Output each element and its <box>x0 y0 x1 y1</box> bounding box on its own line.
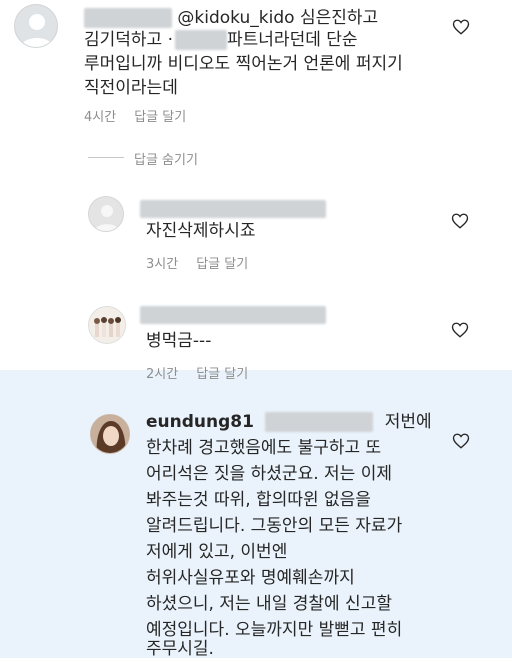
comment-line: 하셨으니, 저는 내일 경찰에 신고할 <box>146 594 392 614</box>
blurred-username <box>140 304 326 324</box>
timestamp: 3시간 <box>146 257 179 272</box>
reply-button[interactable]: 답글 달기 <box>196 367 248 382</box>
profile-photo-icon <box>91 415 129 453</box>
comment-meta: 4시간 답글 달기 <box>84 106 204 125</box>
avatar[interactable] <box>14 4 58 48</box>
comment-line: 알려드립니다. 그동안의 모든 자료가 <box>146 516 403 536</box>
comment-text: 자진삭제하시죠 <box>146 221 256 241</box>
default-avatar-icon <box>21 14 53 47</box>
avatar[interactable] <box>90 414 130 454</box>
username-mention[interactable]: @kidoku_kido <box>177 8 294 28</box>
blurred-text <box>265 412 374 432</box>
hide-replies-button[interactable]: 답글 숨기기 <box>134 149 198 168</box>
comment-meta: 2시간 답글 달기 <box>146 363 266 382</box>
username[interactable]: eundung81 <box>146 412 254 432</box>
avatar[interactable] <box>88 306 126 344</box>
group-photo-icon <box>89 307 125 343</box>
comment-line: 김기덕하고 · 파트너라던데 단순 <box>84 30 358 50</box>
default-avatar-icon <box>94 205 120 231</box>
comment-line: 한차례 경고했음에도 불구하고 또 <box>146 438 382 458</box>
avatar[interactable] <box>88 196 124 232</box>
heart-outline-icon[interactable] <box>451 212 469 230</box>
comment-line: eundung81 저번에 <box>146 412 432 432</box>
comment-line: 봐주는것 따위, 합의따윈 없음을 <box>146 490 371 510</box>
heart-outline-icon[interactable] <box>452 18 470 36</box>
comment-line: 직전이라는데 <box>84 78 178 98</box>
comment-line: 루머입니까 비디오도 찍어논거 언론에 퍼지기 <box>84 54 403 74</box>
reply-button[interactable]: 답글 달기 <box>196 257 248 272</box>
heart-outline-icon[interactable] <box>451 321 469 339</box>
divider-line <box>88 157 124 158</box>
blurred-text <box>175 30 228 50</box>
comment-text: 병먹금--- <box>146 331 212 351</box>
timestamp: 4시간 <box>84 110 117 125</box>
comment-line: 주무시길. <box>146 639 214 659</box>
comment-line: 허위사실유포와 명예훼손까지 <box>146 568 355 588</box>
heart-outline-icon[interactable] <box>452 432 470 450</box>
comment-line: 저에게 있고, 이번엔 <box>146 542 288 562</box>
comment-line: 어리석은 짓을 하셨군요. 저는 이제 <box>146 464 392 484</box>
timestamp: 2시간 <box>146 367 179 382</box>
comment-meta: 3시간 답글 달기 <box>146 253 266 272</box>
blurred-username <box>140 198 326 218</box>
blurred-username <box>84 8 172 28</box>
reply-button[interactable]: 답글 달기 <box>134 110 186 125</box>
